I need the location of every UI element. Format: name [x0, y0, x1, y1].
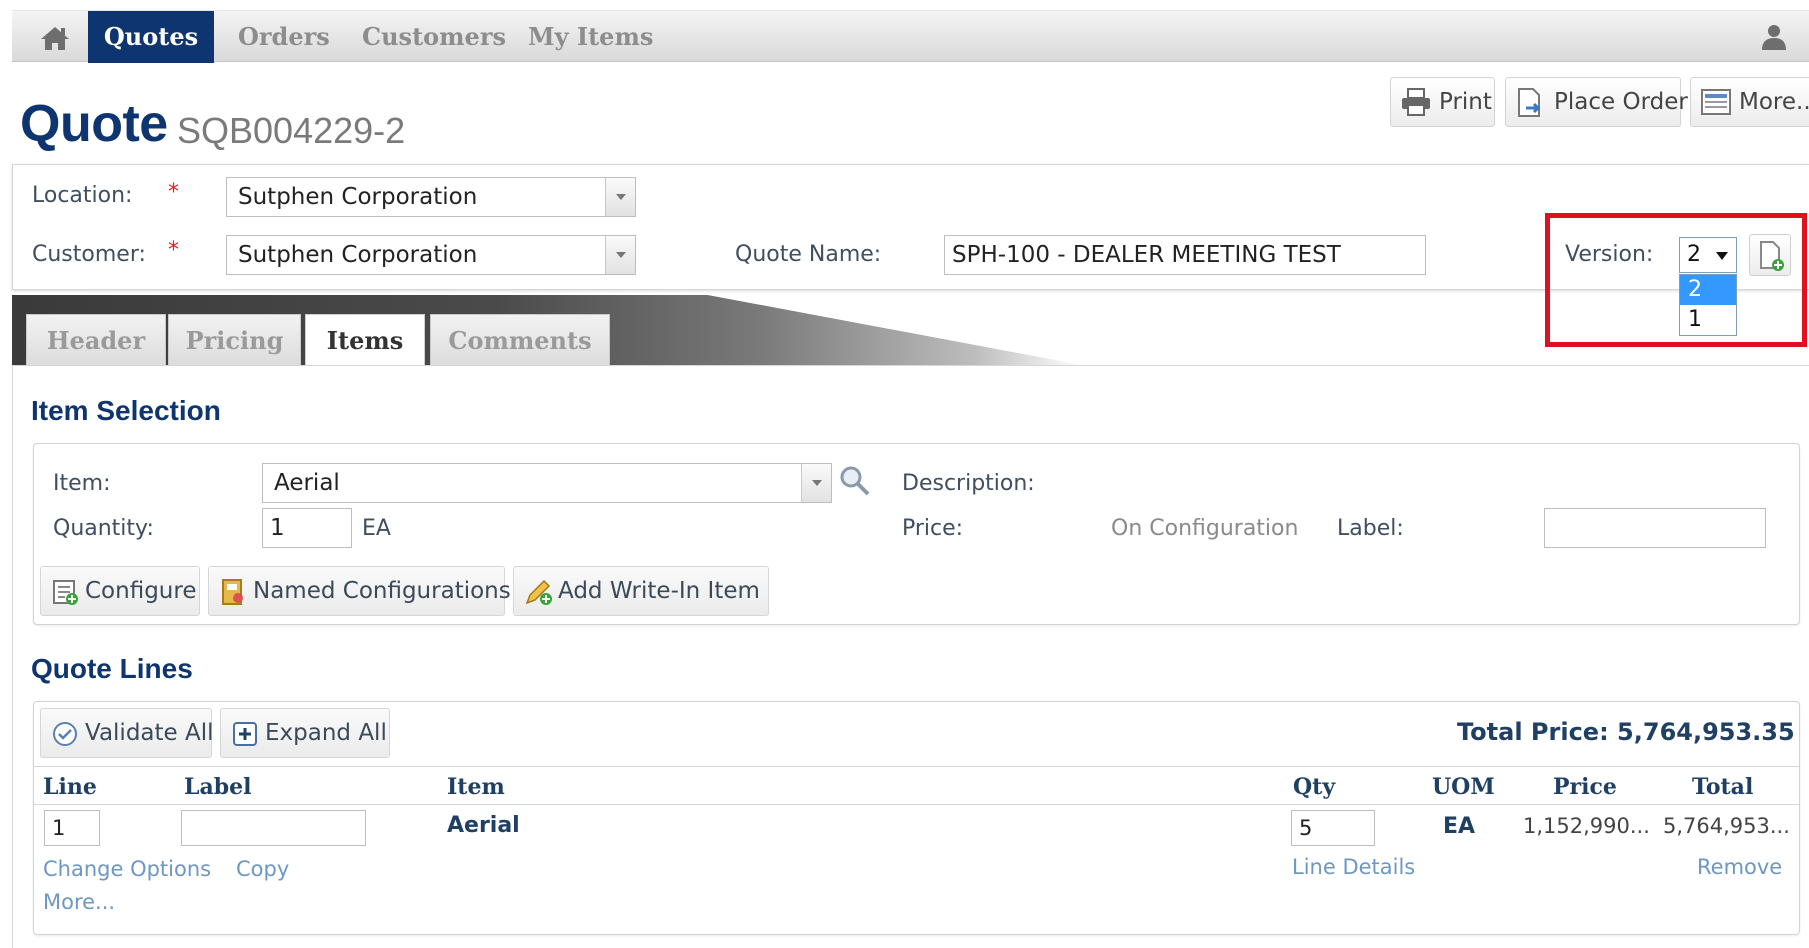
item-selection-title: Item Selection — [31, 395, 221, 426]
line-uom: EA — [1443, 814, 1476, 839]
location-value: Sutphen Corporation — [238, 184, 478, 210]
divider — [34, 804, 1799, 805]
pencil-add-icon — [525, 579, 552, 605]
nav-tab-my-items[interactable]: My Items — [528, 11, 653, 63]
column-header-label: Label — [184, 774, 252, 800]
configure-icon — [53, 580, 78, 605]
tab-header[interactable]: Header — [26, 314, 166, 366]
line-price: 1,152,990... — [1523, 814, 1650, 838]
document-arrow-icon — [1518, 88, 1541, 117]
tab-pricing[interactable]: Pricing — [168, 314, 301, 366]
item-value: Aerial — [274, 470, 340, 496]
page-title: Quote — [20, 95, 168, 153]
validate-all-button[interactable]: Validate All — [40, 708, 214, 758]
nav-tab-quotes[interactable]: Quotes — [88, 11, 214, 63]
quote-name-label: Quote Name: — [735, 242, 882, 267]
column-header-uom: UOM — [1432, 774, 1495, 800]
description-label: Description: — [902, 471, 1035, 496]
column-header-qty: Qty — [1293, 774, 1336, 800]
validate-all-label: Validate All — [85, 720, 214, 746]
uom-label: EA — [362, 516, 391, 541]
line-details-link[interactable]: Line Details — [1292, 855, 1415, 879]
column-header-price: Price — [1553, 774, 1617, 800]
expand-all-button[interactable]: Expand All — [220, 708, 390, 758]
user-icon[interactable] — [1761, 23, 1787, 51]
customer-select[interactable]: Sutphen Corporation — [226, 235, 636, 275]
divider — [34, 766, 1799, 767]
quantity-label: Quantity: — [53, 516, 154, 541]
more-link[interactable]: More... — [43, 890, 115, 914]
label-input[interactable] — [1544, 508, 1766, 548]
total-price-label: Total Price: — [1457, 718, 1609, 746]
add-write-in-item-label: Add Write-In Item — [558, 578, 760, 604]
chevron-down-icon[interactable] — [605, 178, 635, 216]
expand-plus-icon — [233, 722, 257, 746]
more-label: More... — [1739, 89, 1809, 115]
top-navigation-bar: Quotes Orders Customers My Items — [12, 10, 1809, 63]
chevron-down-icon[interactable] — [801, 464, 831, 502]
highlight-annotation-box — [1545, 213, 1807, 347]
configure-label: Configure — [85, 578, 197, 604]
quantity-input[interactable]: 1 — [262, 508, 352, 548]
price-label: Price: — [902, 516, 964, 541]
change-options-link[interactable]: Change Options — [43, 857, 211, 881]
home-icon[interactable] — [40, 25, 70, 51]
check-circle-icon — [53, 722, 77, 746]
line-item-name: Aerial — [447, 813, 520, 838]
column-header-total: Total — [1692, 774, 1754, 800]
label-label: Label: — [1337, 516, 1404, 541]
quote-number: SQB004229-2 — [177, 110, 406, 151]
item-select[interactable]: Aerial — [262, 463, 832, 503]
total-price: Total Price: 5,764,953.35 — [1457, 718, 1795, 746]
line-number-input[interactable]: 1 — [44, 810, 100, 846]
menu-icon — [1701, 89, 1731, 115]
tab-items[interactable]: Items — [305, 314, 425, 368]
chevron-down-icon[interactable] — [605, 236, 635, 274]
search-icon[interactable] — [838, 464, 872, 498]
column-header-line: Line — [43, 774, 97, 800]
nav-tab-orders[interactable]: Orders — [238, 11, 330, 63]
line-label-input[interactable] — [181, 810, 366, 846]
customer-label: Customer: — [32, 242, 146, 267]
item-label: Item: — [53, 471, 111, 496]
configure-button[interactable]: Configure — [40, 566, 200, 616]
location-label: Location: — [32, 183, 133, 208]
required-marker: * — [168, 180, 179, 205]
tab-comments[interactable]: Comments — [430, 314, 610, 366]
place-order-button[interactable]: Place Order — [1505, 77, 1688, 127]
customer-value: Sutphen Corporation — [238, 242, 478, 268]
line-total: 5,764,953... — [1663, 814, 1790, 838]
price-value: On Configuration — [1111, 516, 1299, 541]
print-label: Print — [1439, 89, 1492, 115]
printer-icon — [1402, 88, 1430, 116]
required-marker: * — [168, 238, 179, 263]
expand-all-label: Expand All — [265, 720, 387, 746]
named-configurations-icon — [222, 579, 243, 605]
add-write-in-item-button[interactable]: Add Write-In Item — [513, 566, 769, 616]
quote-lines-title: Quote Lines — [31, 653, 193, 684]
location-select[interactable]: Sutphen Corporation — [226, 177, 636, 217]
print-button[interactable]: Print — [1390, 77, 1495, 127]
copy-link[interactable]: Copy — [236, 857, 289, 881]
quote-name-input[interactable]: SPH-100 - DEALER MEETING TEST — [944, 235, 1426, 275]
line-qty-input[interactable]: 5 — [1291, 810, 1375, 846]
nav-tab-customers[interactable]: Customers — [362, 11, 506, 63]
remove-link[interactable]: Remove — [1697, 855, 1782, 879]
place-order-label: Place Order — [1554, 89, 1688, 115]
column-header-item: Item — [447, 774, 505, 800]
more-button[interactable]: More... — [1690, 77, 1809, 127]
named-configurations-button[interactable]: Named Configurations — [208, 566, 511, 616]
total-price-value: 5,764,953.35 — [1617, 718, 1795, 746]
named-configurations-label: Named Configurations — [253, 578, 511, 604]
